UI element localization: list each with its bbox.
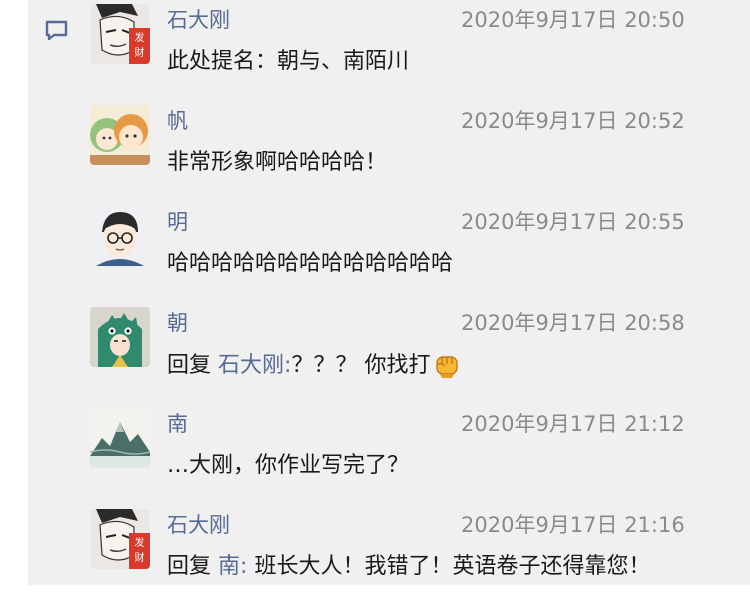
fist-emoji <box>436 356 459 378</box>
timestamp: 2020年9月17日 21:12 <box>461 412 685 436</box>
timestamp: 2020年9月17日 20:55 <box>461 210 685 234</box>
comment-item: 朝 2020年9月17日 20:58 回复 石大刚:？？？ 你找打 <box>90 307 740 403</box>
timestamp: 2020年9月17日 21:16 <box>461 513 685 537</box>
comment-text: …大刚，你作业写完了？ <box>167 453 410 478</box>
avatar[interactable] <box>90 206 150 266</box>
nickname[interactable]: 石大刚 <box>167 510 230 540</box>
reply-label: 回复 <box>167 554 212 579</box>
reply-separator: : <box>240 554 248 579</box>
svg-text:财: 财 <box>135 551 145 564</box>
avatar[interactable]: 发 财 <box>90 4 150 64</box>
comment-text: 回复 石大刚:？？？ 你找打 <box>167 349 462 382</box>
avatar[interactable]: 发 财 <box>90 509 150 569</box>
comment-item: 帆 2020年9月17日 20:52 非常形象啊哈哈哈哈！ <box>90 105 740 201</box>
avatar[interactable] <box>90 408 150 468</box>
comment-bubble-icon <box>45 20 68 41</box>
reply-target-nickname[interactable]: 石大刚 <box>218 353 284 378</box>
avatar-badge-text: 发 <box>135 31 145 44</box>
timestamp: 2020年9月17日 20:58 <box>461 311 685 335</box>
comment-item: 明 2020年9月17日 20:55 哈哈哈哈哈哈哈哈哈哈哈哈哈 <box>90 206 740 302</box>
comment-item: 发 财 石大刚 2020年9月17日 20:50 此处提名：朝与、南陌川 <box>90 4 740 100</box>
reply-target-nickname[interactable]: 南 <box>218 554 240 579</box>
svg-text:发: 发 <box>135 536 145 549</box>
reply-label: 回复 <box>167 353 212 378</box>
timestamp: 2020年9月17日 20:52 <box>461 109 685 133</box>
avatar[interactable] <box>90 307 150 367</box>
svg-text:财: 财 <box>135 46 145 59</box>
comment-text: 非常形象啊哈哈哈哈！ <box>167 150 388 175</box>
comment-text: 此处提名：朝与、南陌川 <box>167 49 410 74</box>
nickname[interactable]: 朝 <box>167 308 188 338</box>
avatar[interactable] <box>90 105 150 165</box>
nickname[interactable]: 明 <box>167 207 188 237</box>
comment-item: 南 2020年9月17日 21:12 …大刚，你作业写完了？ <box>90 408 740 504</box>
nickname[interactable]: 帆 <box>167 106 188 136</box>
comment-text: 回复 南: 班长大人！我错了！英语卷子还得靠您！ <box>167 554 651 579</box>
comment-text: 哈哈哈哈哈哈哈哈哈哈哈哈哈 <box>167 251 454 276</box>
timestamp: 2020年9月17日 20:50 <box>461 8 685 32</box>
nickname[interactable]: 石大刚 <box>167 5 230 35</box>
comment-item: 发 财 石大刚 2020年9月17日 21:16 回复 南: 班长大人！我错了！… <box>90 509 740 605</box>
nickname[interactable]: 南 <box>167 409 188 439</box>
